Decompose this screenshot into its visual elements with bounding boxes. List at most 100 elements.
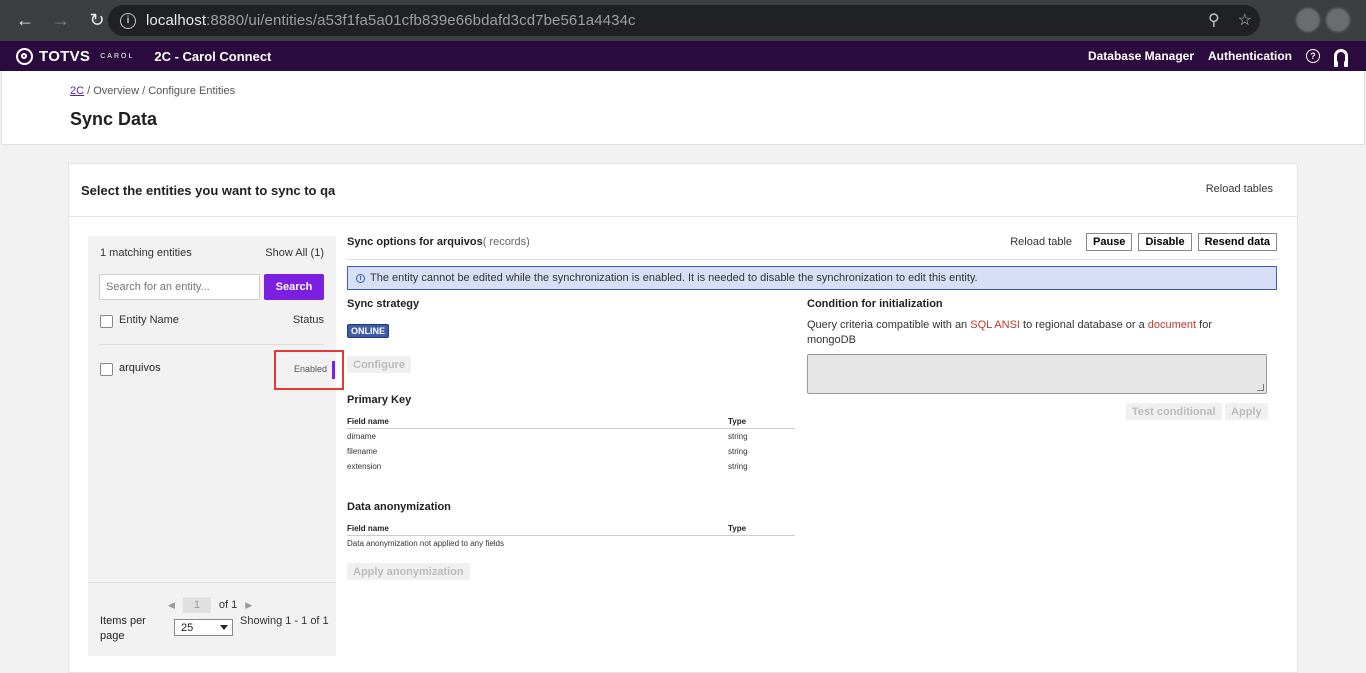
field-type: string (728, 462, 748, 471)
sync-card: Select the entities you want to sync to … (68, 163, 1298, 673)
prev-page-icon[interactable]: ◀ (168, 600, 175, 611)
alert-text: The entity cannot be edited while the sy… (370, 272, 978, 284)
configure-button[interactable]: Configure (347, 356, 411, 373)
sync-strategy-title: Sync strategy (347, 298, 420, 310)
app-title: 2C - Carol Connect (154, 48, 272, 64)
breadcrumb: 2C / Overview / Configure Entities (70, 85, 235, 97)
records-count: ( records) (482, 236, 530, 248)
reload-icon[interactable]: ↻ (86, 10, 108, 32)
card-title: Select the entities you want to sync to … (81, 183, 336, 198)
chevron-down-icon (220, 625, 228, 630)
anonymization-table: Field name Type Data anonymization not a… (347, 521, 795, 551)
forward-icon[interactable]: → (50, 10, 72, 32)
items-per-page-value: 25 (181, 621, 194, 634)
zoom-icon[interactable]: ⚲ (1208, 10, 1220, 30)
strategy-badge: ONLINE (347, 324, 390, 338)
field-type: string (728, 432, 748, 441)
entity-name: arquivos (119, 362, 161, 374)
next-page-icon[interactable]: ▶ (245, 600, 252, 611)
pagination-footer: ◀ 1 of 1 ▶ Items per page 25 Showing 1 -… (88, 582, 336, 662)
reload-table-link[interactable]: Reload table (1010, 236, 1072, 248)
sync-options-title: Sync options for arquivos( records) (347, 236, 530, 248)
sync-options-entity: Sync options for arquivos (347, 236, 483, 248)
page-header: 2C / Overview / Configure Entities Sync … (1, 71, 1365, 145)
disable-button[interactable]: Disable (1138, 233, 1192, 251)
page-title: Sync Data (70, 109, 158, 129)
nav-authentication[interactable]: Authentication (1208, 49, 1292, 63)
status-badge: Enabled (294, 364, 328, 374)
select-all-checkbox[interactable] (100, 315, 113, 328)
items-per-page-select[interactable]: 25 (174, 619, 233, 636)
col-type: Type (728, 417, 747, 426)
site-info-icon[interactable]: i (120, 12, 136, 29)
divider (347, 259, 1277, 260)
table-header: Field name Type (347, 414, 795, 429)
data-anonymization-title: Data anonymization (347, 501, 451, 513)
document-link[interactable]: document (1148, 319, 1196, 331)
table-row: extension string (347, 459, 795, 474)
apply-anonymization-button[interactable]: Apply anonymization (347, 563, 470, 580)
help-icon[interactable]: ? (1306, 49, 1320, 63)
col-field-name: Field name (347, 524, 389, 533)
primary-key-table: Field name Type dirname string filename … (347, 414, 795, 474)
status-highlight[interactable]: Enabled (274, 350, 344, 390)
field-name: filename (347, 447, 378, 456)
primary-key-title: Primary Key (347, 394, 412, 406)
condition-text: Query criteria compatible with an (807, 319, 971, 331)
bookmark-star-icon[interactable]: ☆ (1238, 10, 1252, 30)
col-status: Status (292, 314, 324, 326)
items-per-page-label: Items per page (100, 615, 146, 642)
entity-search-input[interactable] (99, 274, 260, 300)
brand-sub: CAROL (100, 52, 135, 60)
entity-list-header: Entity Name Status (100, 314, 324, 330)
showing-range: Showing 1 - 1 of 1 (240, 615, 329, 627)
apply-button[interactable]: Apply (1225, 403, 1268, 420)
card-header: Select the entities you want to sync to … (69, 164, 1297, 217)
condition-description: Query criteria compatible with an SQL AN… (807, 318, 1247, 348)
extension-icons (1296, 8, 1350, 32)
table-row: filename string (347, 444, 795, 459)
profile-avatar[interactable] (1326, 8, 1350, 32)
brand-name: TOTVS (39, 47, 91, 65)
breadcrumb-trail: / Overview / Configure Entities (84, 85, 236, 97)
test-conditional-button[interactable]: Test conditional (1126, 403, 1222, 420)
url-text: localhost:8880/ui/entities/a53f1fa5a01cf… (146, 12, 636, 29)
pause-button[interactable]: Pause (1086, 233, 1133, 251)
divider (99, 344, 324, 345)
col-type: Type (728, 524, 747, 533)
reload-tables-link[interactable]: Reload tables (1206, 183, 1273, 195)
address-bar[interactable]: i localhost:8880/ui/entities/a53f1fa5a01… (108, 5, 1260, 36)
totvs-logo[interactable]: TOTVS CAROL (16, 47, 135, 65)
resend-data-button[interactable]: Resend data (1197, 233, 1277, 251)
totvs-logo-icon (16, 47, 33, 65)
condition-textarea[interactable] (807, 354, 1267, 394)
info-alert: i The entity cannot be edited while the … (347, 266, 1277, 290)
sql-ansi-link[interactable]: SQL ANSI (970, 319, 1020, 331)
table-row: Data anonymization not applied to any fi… (347, 536, 795, 551)
entity-checkbox[interactable] (100, 363, 113, 376)
app-header: TOTVS CAROL 2C - Carol Connect Database … (0, 41, 1366, 71)
condition-title: Condition for initialization (807, 298, 943, 310)
sync-actions: Reload table Pause Disable Resend data (1010, 233, 1277, 251)
field-name: dirname (347, 432, 376, 441)
info-icon: i (356, 273, 365, 283)
resize-grip-icon[interactable] (1257, 384, 1264, 391)
table-header: Field name Type (347, 521, 795, 536)
nav-database-manager[interactable]: Database Manager (1088, 49, 1194, 63)
support-headset-icon[interactable] (1334, 49, 1348, 67)
condition-text: to regional database or a (1019, 319, 1148, 331)
breadcrumb-link-2c[interactable]: 2C (70, 85, 84, 97)
col-entity-name: Entity Name (119, 314, 179, 326)
page-total: of 1 (218, 599, 238, 611)
search-button[interactable]: Search (264, 274, 324, 300)
table-row: dirname string (347, 429, 795, 444)
show-all-link[interactable]: Show All (1) (265, 247, 324, 259)
field-name: extension (347, 462, 382, 471)
extension-icon[interactable] (1296, 8, 1320, 32)
pager: ◀ 1 of 1 ▶ (168, 597, 252, 613)
field-type: string (728, 447, 748, 456)
back-icon[interactable]: ← (14, 10, 36, 32)
matching-count: 1 matching entities (100, 247, 192, 259)
col-field-name: Field name (347, 417, 389, 426)
page-number-input[interactable]: 1 (182, 597, 211, 613)
